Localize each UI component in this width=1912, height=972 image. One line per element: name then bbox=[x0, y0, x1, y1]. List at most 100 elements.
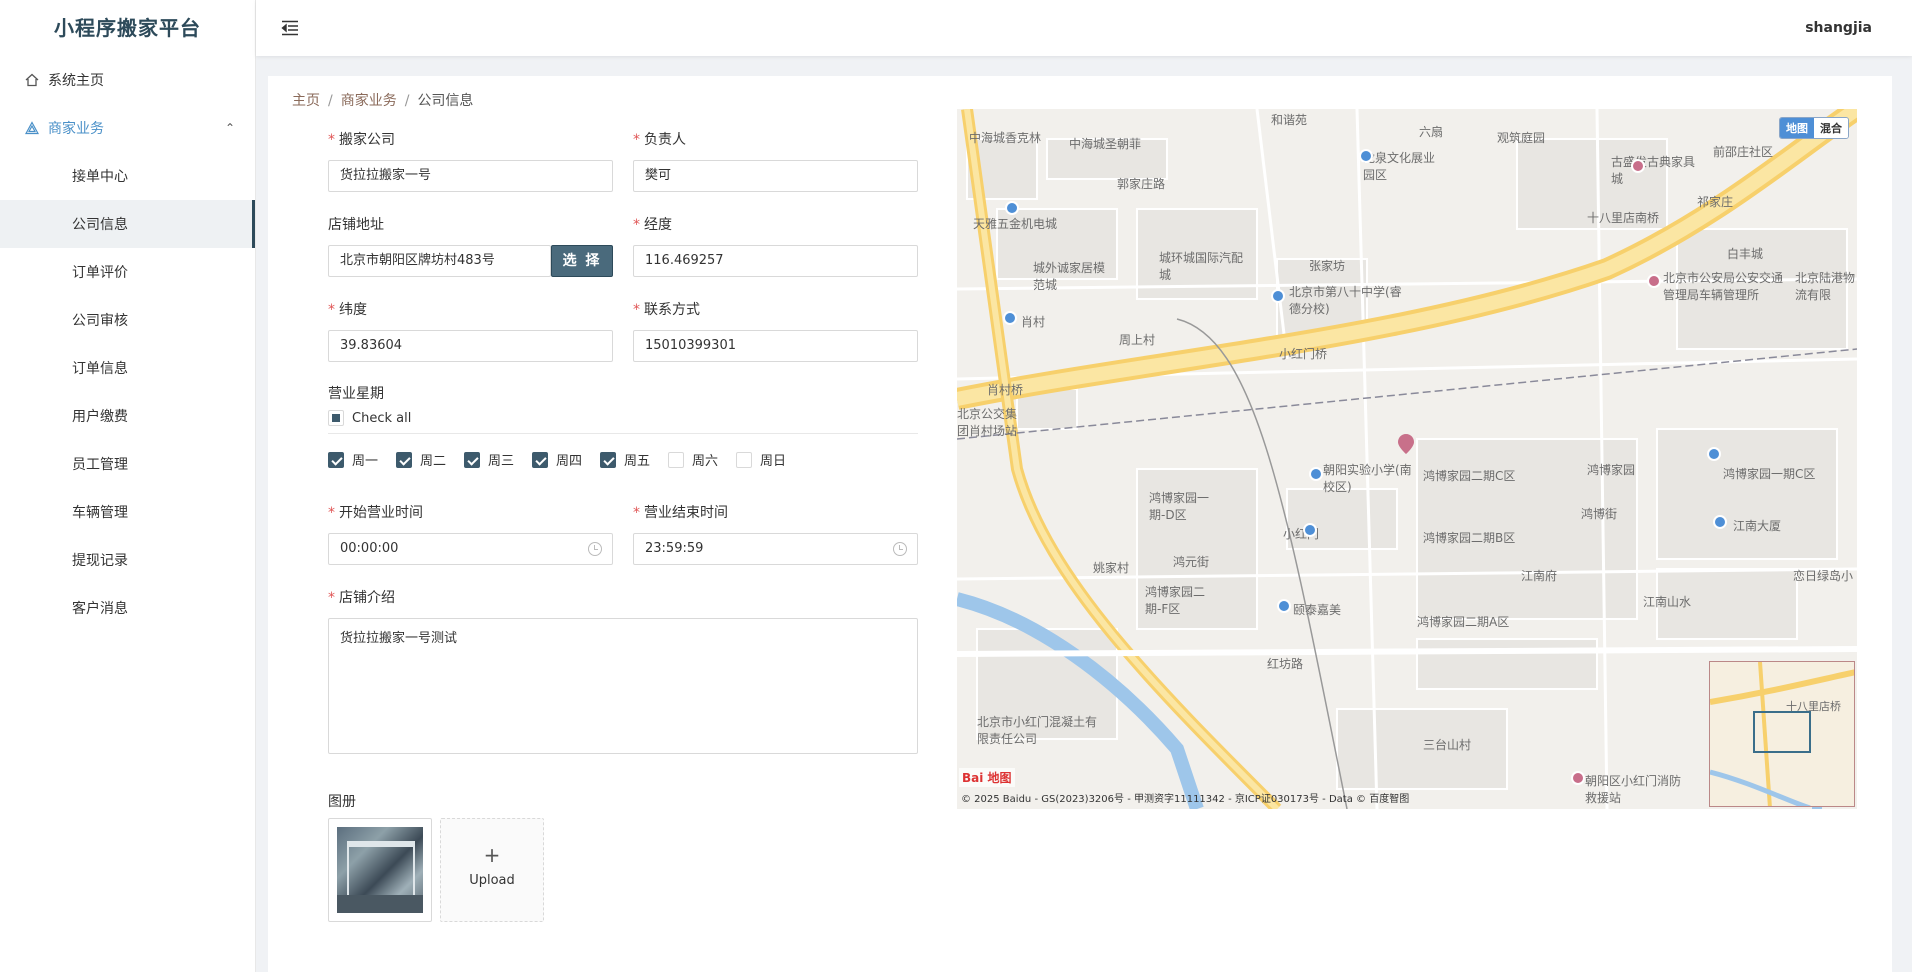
end-time-field: * 营业结束时间 23:59:59 bbox=[633, 503, 918, 565]
sidebar-item-label: 车辆管理 bbox=[72, 505, 128, 521]
weekday-saturday[interactable]: 周六 bbox=[668, 450, 718, 469]
chevron-up-icon: ⌃ bbox=[224, 121, 235, 135]
address-input[interactable]: 北京市朝阳区牌坊村483号 bbox=[328, 245, 551, 277]
start-time-label: 开始营业时间 bbox=[339, 505, 423, 521]
checkbox-icon bbox=[464, 451, 480, 468]
triangle-icon bbox=[24, 120, 40, 136]
poi-icon bbox=[1571, 771, 1585, 785]
longitude-input[interactable]: 116.469257 bbox=[633, 245, 918, 277]
sidebar-item-home[interactable]: 系统主页 bbox=[0, 56, 255, 104]
check-all-checkbox[interactable]: Check all bbox=[328, 410, 411, 426]
intro-field: * 店铺介绍 货拉拉搬家一号测试 bbox=[328, 588, 918, 754]
baidu-logo: Bai 地图 bbox=[959, 768, 1015, 787]
checkbox-icon bbox=[668, 451, 684, 468]
intro-label: 店铺介绍 bbox=[339, 590, 395, 606]
plus-icon: + bbox=[483, 843, 501, 867]
map-overview[interactable]: 十八里店桥 bbox=[1709, 661, 1855, 807]
sidebar-item-user-payment[interactable]: 用户缴费 bbox=[0, 392, 255, 440]
poi-icon bbox=[1359, 149, 1373, 163]
sidebar-item-order-info[interactable]: 订单信息 bbox=[0, 344, 255, 392]
checkbox-icon bbox=[532, 451, 548, 468]
contact-field: * 联系方式 15010399301 bbox=[633, 300, 918, 362]
weekday-options: 周一 周二 周三 周四 周五 周六 周日 bbox=[328, 450, 918, 470]
sidebar-item-label: 公司审核 bbox=[72, 313, 128, 329]
sidebar-item-staff[interactable]: 员工管理 bbox=[0, 440, 255, 488]
sidebar-item-company-audit[interactable]: 公司审核 bbox=[0, 296, 255, 344]
sidebar-item-label: 公司信息 bbox=[72, 217, 128, 233]
upload-button[interactable]: + Upload bbox=[440, 818, 544, 922]
location-pin-icon[interactable] bbox=[1397, 433, 1415, 455]
weekdays-label: 营业星期 bbox=[328, 386, 384, 402]
weekdays-field: 营业星期 Check all 周一 周二 周三 周四 周五 周六 周日 bbox=[328, 384, 918, 469]
start-time-value: 00:00:00 bbox=[340, 541, 399, 556]
map-type-toggle: 地图 混合 bbox=[1779, 117, 1849, 139]
weekday-wednesday[interactable]: 周三 bbox=[464, 450, 514, 469]
address-label: 店铺地址 bbox=[328, 217, 384, 233]
weekday-friday[interactable]: 周五 bbox=[600, 450, 650, 469]
weekday-sunday[interactable]: 周日 bbox=[736, 450, 786, 469]
end-time-picker[interactable]: 23:59:59 bbox=[633, 533, 918, 565]
checkbox-icon bbox=[736, 451, 752, 468]
sidebar-item-customer-messages[interactable]: 客户消息 bbox=[0, 584, 255, 632]
checkbox-icon bbox=[396, 451, 412, 468]
company-label: 搬家公司 bbox=[339, 132, 395, 148]
latitude-input[interactable]: 39.83604 bbox=[328, 330, 613, 362]
map-copyright: © 2025 Baidu - GS(2023)3206号 - 甲测资字11111… bbox=[961, 794, 1410, 805]
clock-icon bbox=[893, 542, 907, 556]
app-title: 小程序搬家平台 bbox=[54, 16, 201, 40]
poi-icon bbox=[1707, 447, 1721, 461]
sidebar-item-withdrawals[interactable]: 提现记录 bbox=[0, 536, 255, 584]
map-type-normal[interactable]: 地图 bbox=[1780, 118, 1814, 138]
sidebar-item-label: 接单中心 bbox=[72, 169, 128, 185]
select-address-button[interactable]: 选 择 bbox=[551, 245, 613, 277]
sidebar-item-merchant-business[interactable]: 商家业务 ⌃ bbox=[0, 104, 255, 152]
sidebar-item-order-center[interactable]: 接单中心 bbox=[0, 152, 255, 200]
manager-input[interactable]: 樊可 bbox=[633, 160, 918, 192]
breadcrumb-section[interactable]: 商家业务 bbox=[341, 93, 397, 109]
user-name[interactable]: shangjia bbox=[1805, 0, 1872, 56]
poi-icon bbox=[1277, 599, 1291, 613]
poi-icon bbox=[1303, 523, 1317, 537]
sidebar-item-label: 商家业务 bbox=[48, 121, 104, 137]
intro-textarea[interactable]: 货拉拉搬家一号测试 bbox=[328, 618, 918, 754]
breadcrumb-home[interactable]: 主页 bbox=[292, 93, 320, 109]
sidebar-menu: 系统主页 商家业务 ⌃ 接单中心 公司信息 订单评价 公司审核 订单信息 用户缴… bbox=[0, 56, 255, 632]
map-type-hybrid[interactable]: 混合 bbox=[1814, 118, 1848, 138]
gallery-label: 图册 bbox=[328, 794, 356, 810]
breadcrumb-current: 公司信息 bbox=[417, 93, 474, 109]
submenu: 接单中心 公司信息 订单评价 公司审核 订单信息 用户缴费 员工管理 车辆管理 … bbox=[0, 152, 255, 632]
checkbox-icon bbox=[600, 451, 616, 468]
manager-label: 负责人 bbox=[644, 132, 686, 148]
weekday-tuesday[interactable]: 周二 bbox=[396, 450, 446, 469]
sidebar: 小程序搬家平台 系统主页 商家业务 ⌃ 接单中心 公司信息 订单评价 公司审核 … bbox=[0, 0, 256, 972]
gallery-thumbnail bbox=[337, 827, 423, 913]
poi-icon bbox=[1005, 201, 1019, 215]
clock-icon bbox=[588, 542, 602, 556]
sidebar-item-company-info[interactable]: 公司信息 bbox=[0, 200, 255, 248]
sidebar-item-label: 用户缴费 bbox=[72, 409, 128, 425]
contact-input[interactable]: 15010399301 bbox=[633, 330, 918, 362]
weekday-monday[interactable]: 周一 bbox=[328, 450, 378, 469]
poi-icon bbox=[1309, 467, 1323, 481]
gallery-image-item[interactable] bbox=[328, 818, 432, 922]
contact-label: 联系方式 bbox=[644, 302, 700, 318]
weekday-thursday[interactable]: 周四 bbox=[532, 450, 582, 469]
sidebar-item-order-reviews[interactable]: 订单评价 bbox=[0, 248, 255, 296]
latitude-field: * 纬度 39.83604 bbox=[328, 300, 613, 362]
company-input[interactable]: 货拉拉搬家一号 bbox=[328, 160, 613, 192]
checkbox-icon bbox=[328, 451, 344, 468]
poi-icon bbox=[1713, 515, 1727, 529]
sidebar-item-vehicles[interactable]: 车辆管理 bbox=[0, 488, 255, 536]
start-time-field: * 开始营业时间 00:00:00 bbox=[328, 503, 613, 565]
longitude-label: 经度 bbox=[644, 217, 672, 233]
map-view[interactable]: 中海城香克林 中海城圣朝菲 和谐苑 六扇 观筑庭园 龙泉文化展业园区 古盛发古典… bbox=[957, 109, 1857, 809]
start-time-picker[interactable]: 00:00:00 bbox=[328, 533, 613, 565]
company-field: * 搬家公司 货拉拉搬家一号 bbox=[328, 130, 613, 192]
poi-icon bbox=[1647, 274, 1661, 288]
sidebar-item-label: 订单评价 bbox=[72, 265, 128, 281]
sidebar-item-label: 订单信息 bbox=[72, 361, 128, 377]
menu-fold-icon[interactable] bbox=[278, 16, 302, 40]
manager-field: * 负责人 樊可 bbox=[633, 130, 918, 192]
poi-icon bbox=[1003, 311, 1017, 325]
end-time-value: 23:59:59 bbox=[645, 541, 704, 556]
